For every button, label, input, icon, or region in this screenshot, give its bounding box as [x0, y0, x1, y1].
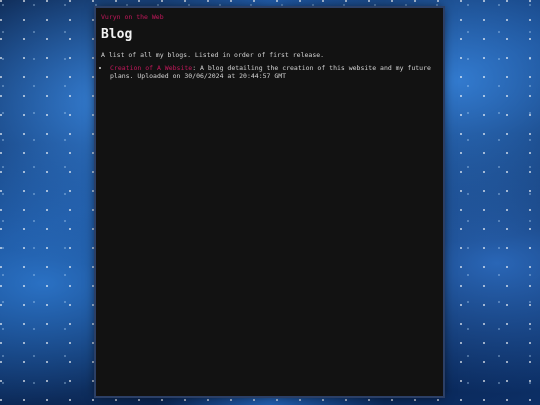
site-home-link[interactable]: Vuryn on the Web [101, 13, 438, 21]
page-title: Blog [101, 27, 133, 42]
page-background: { "header": { "site_link": "Vuryn on the… [0, 0, 540, 405]
list-item: Creation of A Website: A blog detailing … [110, 64, 438, 80]
page-intro: A list of all my blogs. Listed in order … [101, 51, 325, 59]
blog-list: Creation of A Website: A blog detailing … [101, 64, 438, 80]
content-panel: Vuryn on the Web Blog A list of all my b… [96, 8, 443, 396]
